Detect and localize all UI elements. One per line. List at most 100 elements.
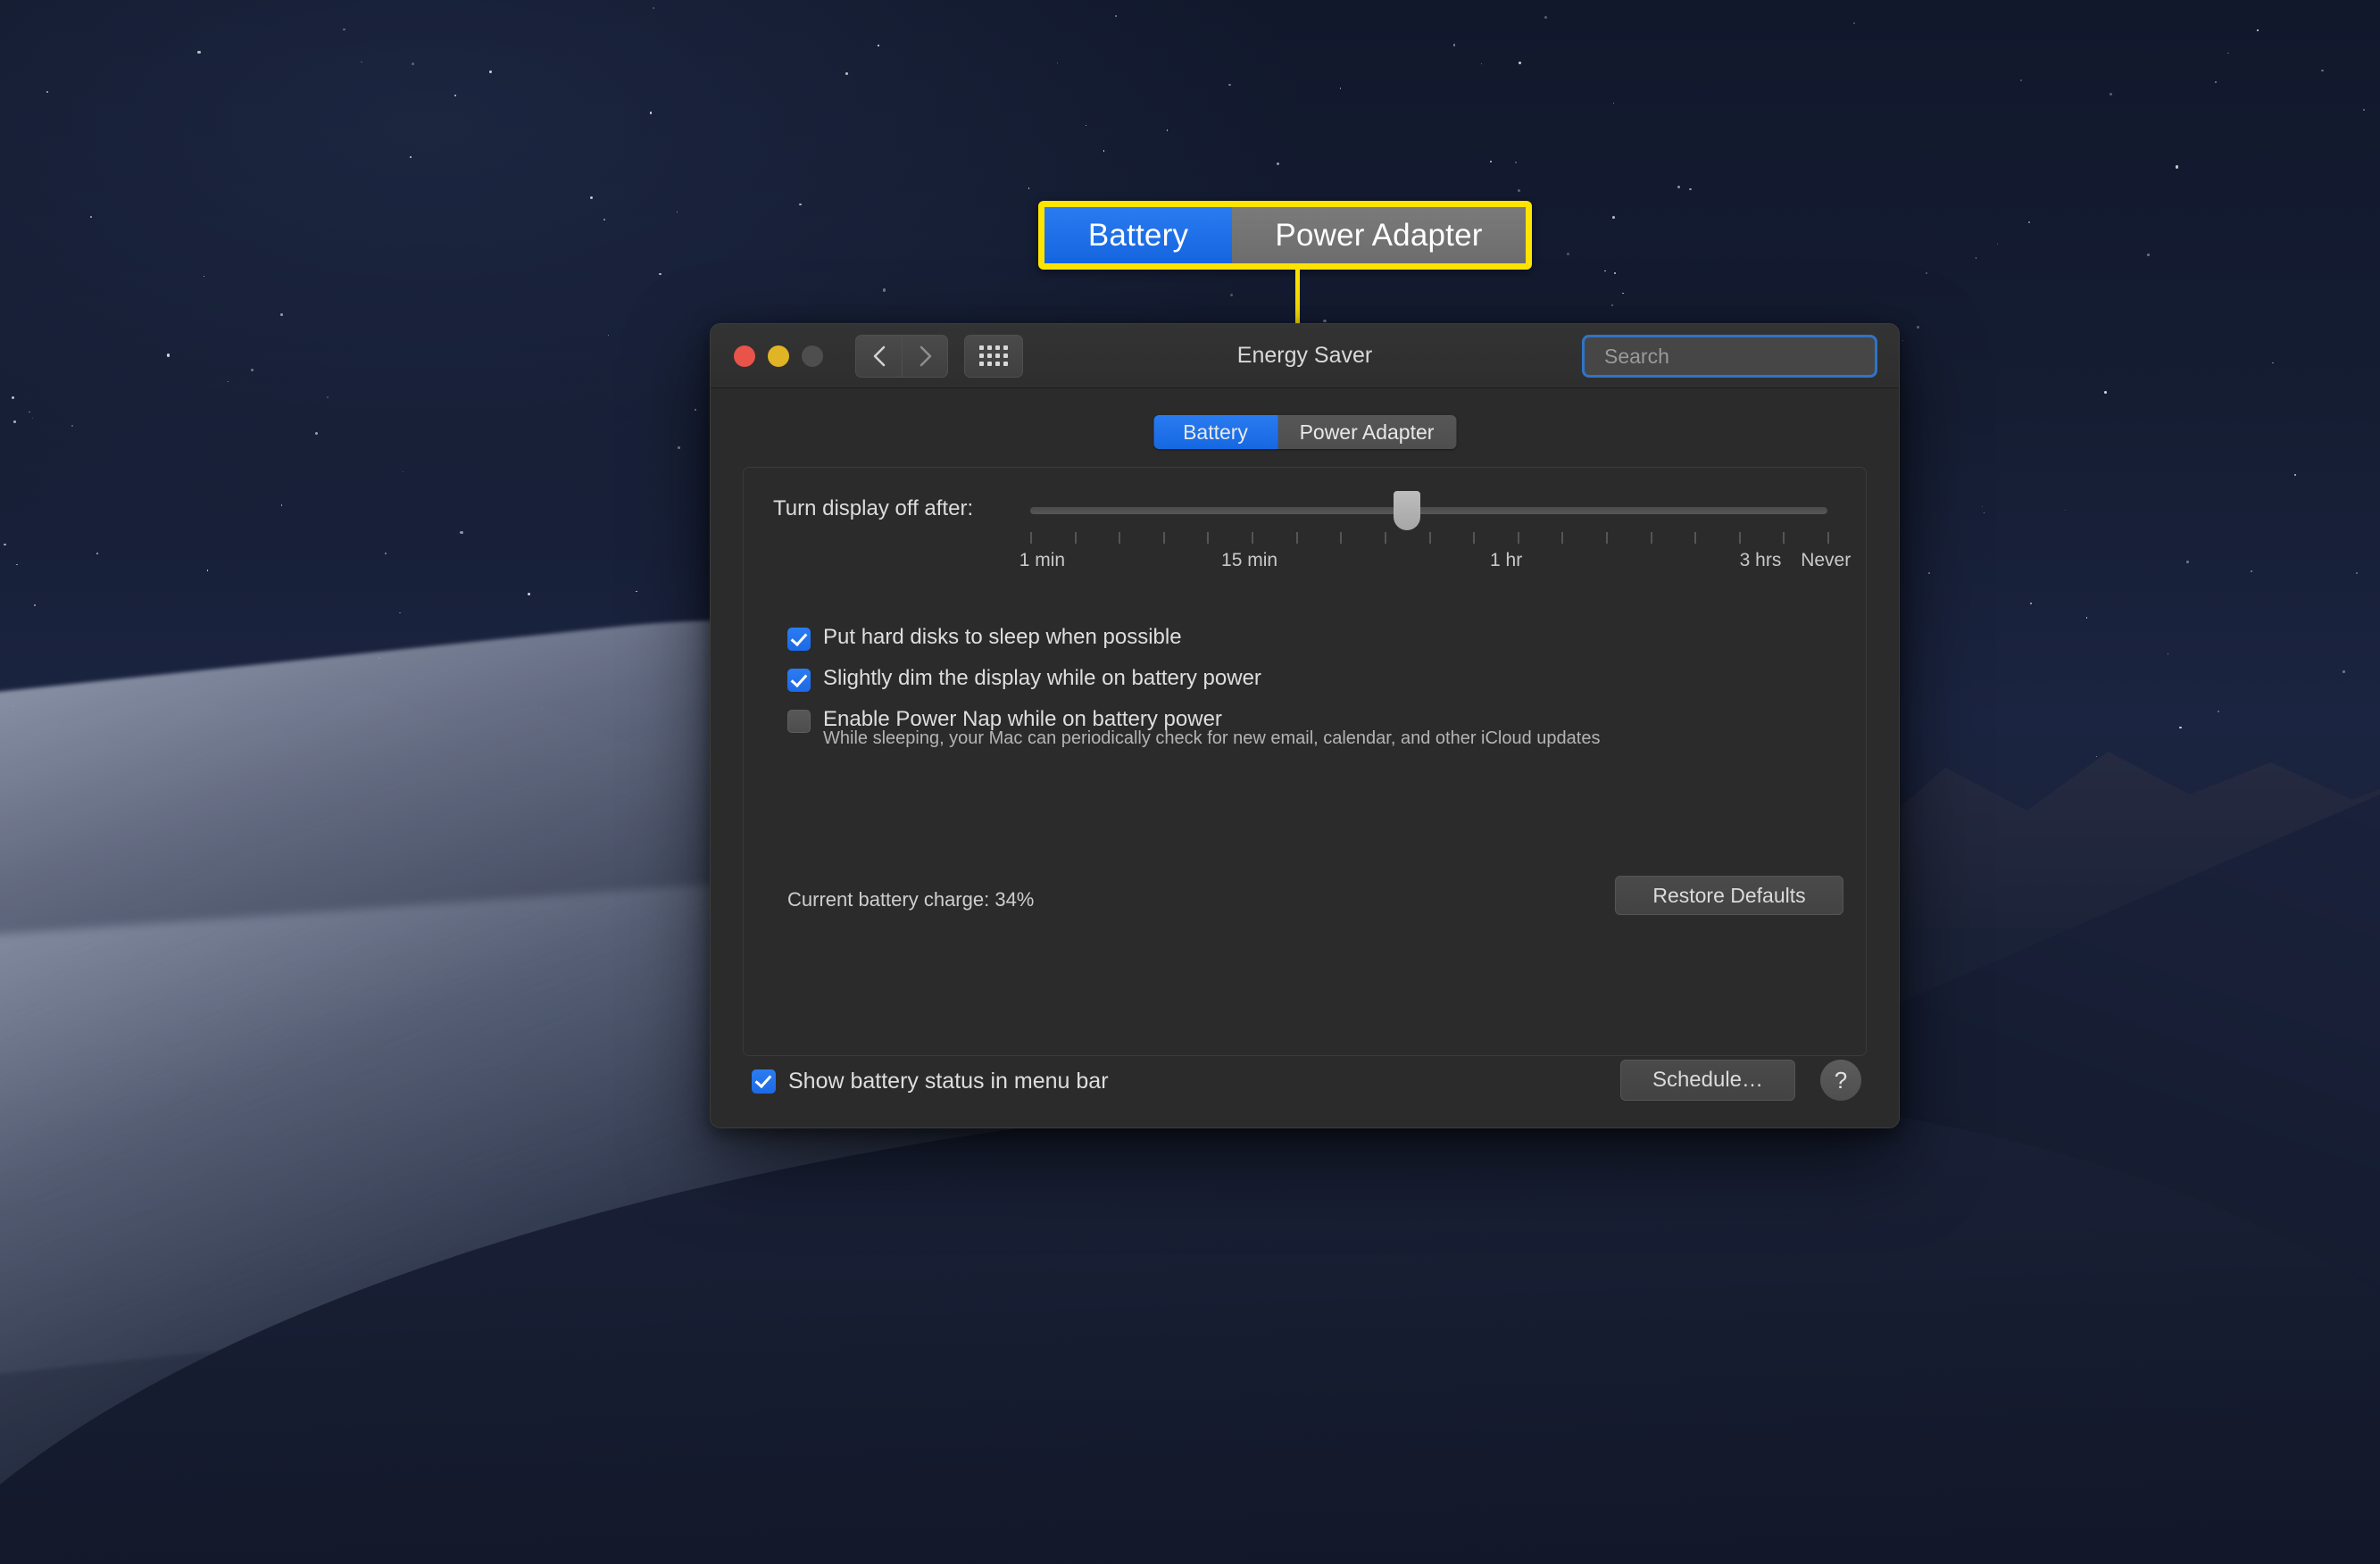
star	[227, 381, 229, 383]
star	[1544, 16, 1548, 20]
show-all-grid-icon	[979, 345, 1008, 366]
chevron-right-icon	[920, 345, 932, 366]
slider-tick	[1561, 532, 1564, 544]
checkbox-show-battery-status[interactable]	[752, 1069, 776, 1094]
slider-tick-labels: 1 min 15 min 1 hr 3 hrs Never	[1019, 550, 1852, 573]
tab-power-adapter[interactable]: Power Adapter	[1277, 415, 1456, 449]
energy-saver-window: Energy Saver Battery Power Adapter Turn …	[710, 323, 1900, 1128]
schedule-button[interactable]: Schedule…	[1620, 1060, 1795, 1101]
restore-defaults-button[interactable]: Restore Defaults	[1615, 876, 1843, 915]
slider-tick	[1694, 532, 1697, 544]
star	[96, 553, 99, 555]
star	[1984, 512, 1985, 514]
navigation-button-group	[855, 334, 948, 378]
star	[34, 604, 37, 607]
star	[1339, 87, 1342, 89]
search-field[interactable]	[1582, 335, 1877, 378]
star	[2227, 53, 2229, 54]
star	[1517, 189, 1520, 193]
star	[2362, 108, 2366, 112]
star	[454, 94, 457, 97]
star	[1604, 270, 1606, 271]
menu-bar-checkbox-row[interactable]: Show battery status in menu bar	[752, 1069, 1109, 1094]
star	[603, 218, 606, 220]
power-source-tabs: Battery Power Adapter	[1153, 415, 1456, 449]
slider-tick	[1517, 532, 1519, 544]
star	[489, 70, 493, 73]
checkbox-dim-display[interactable]	[787, 669, 811, 692]
star	[694, 409, 697, 412]
slider-track[interactable]	[1030, 507, 1827, 514]
checkbox-row-hard-disks[interactable]: Put hard disks to sleep when possible	[787, 625, 1600, 651]
star	[607, 334, 610, 336]
slider-tick	[1340, 532, 1343, 544]
star	[343, 28, 345, 31]
star	[799, 203, 802, 206]
forward-button[interactable]	[902, 334, 948, 378]
minimize-window-button[interactable]	[768, 345, 789, 367]
star	[12, 396, 15, 400]
star	[2215, 81, 2217, 83]
star	[1926, 272, 1928, 275]
star	[29, 411, 31, 413]
star	[2064, 510, 2066, 512]
back-button[interactable]	[855, 334, 902, 378]
star	[2257, 29, 2259, 31]
chevron-left-icon	[873, 345, 885, 366]
close-window-button[interactable]	[734, 345, 755, 367]
star	[2179, 726, 2182, 729]
star	[1567, 253, 1570, 256]
star	[197, 50, 201, 54]
power-nap-description: While sleeping, your Mac can periodicall…	[823, 728, 1601, 748]
star	[2355, 571, 2358, 574]
star	[1518, 62, 1521, 65]
star	[1323, 319, 1327, 322]
star	[411, 62, 414, 65]
show-all-button[interactable]	[964, 334, 1023, 378]
checkbox-row-dim-display[interactable]: Slightly dim the display while on batter…	[787, 666, 1600, 692]
star	[2110, 93, 2113, 96]
checkbox-label-dim-display: Slightly dim the display while on batter…	[823, 666, 1261, 690]
star	[1489, 160, 1493, 163]
callout-tab-power-adapter: Power Adapter	[1232, 207, 1526, 263]
star	[1614, 271, 1617, 274]
star	[460, 530, 463, 535]
star	[1480, 62, 1483, 64]
star	[250, 369, 254, 372]
star	[527, 593, 530, 596]
star	[1917, 326, 1920, 329]
slider-tick	[1473, 532, 1476, 544]
star	[1852, 22, 1856, 25]
star	[1622, 293, 1624, 295]
star	[360, 61, 362, 63]
tab-battery[interactable]: Battery	[1153, 415, 1277, 449]
star	[2321, 69, 2324, 72]
slider-tick	[1030, 532, 1032, 544]
search-input[interactable]	[1604, 344, 1868, 369]
slider-tick	[1252, 532, 1254, 544]
slider-tick	[1162, 532, 1165, 544]
star	[4, 543, 6, 546]
star	[280, 503, 283, 506]
star	[2185, 561, 2189, 564]
slider-thumb[interactable]	[1394, 491, 1421, 530]
star	[2086, 617, 2088, 619]
slider-tick	[1074, 532, 1077, 544]
help-button[interactable]: ?	[1820, 1060, 1861, 1101]
slider-label: Turn display off after:	[773, 496, 974, 520]
zoom-window-button[interactable]	[802, 345, 823, 367]
star	[46, 91, 48, 93]
star	[649, 112, 653, 114]
checkbox-power-nap[interactable]	[787, 710, 811, 733]
star	[1452, 44, 1456, 46]
star	[659, 272, 662, 276]
star	[878, 45, 880, 46]
star	[13, 420, 17, 423]
battery-options-checkbox-group: Put hard disks to sleep when possible Sl…	[787, 625, 1600, 750]
star	[2028, 221, 2031, 224]
callout-tab-battery: Battery	[1044, 207, 1232, 263]
star	[1612, 102, 1615, 104]
slider-tick	[1384, 532, 1386, 544]
checkbox-hard-disks[interactable]	[787, 628, 811, 651]
slider-tick	[1738, 532, 1741, 544]
